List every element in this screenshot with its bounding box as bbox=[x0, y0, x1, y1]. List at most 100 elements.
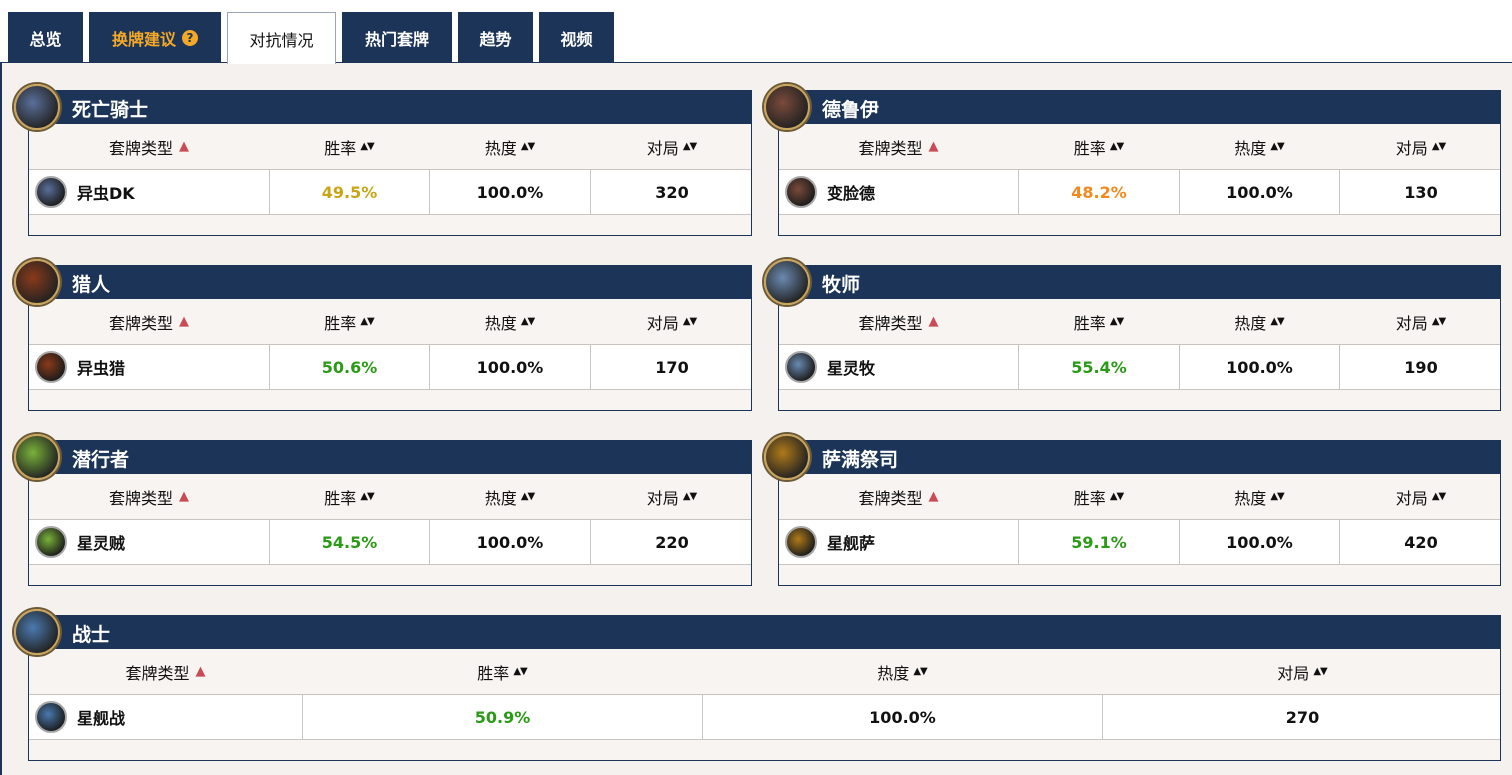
class-header: 牧师 bbox=[764, 259, 1501, 305]
deck-cell[interactable]: 变脸德 bbox=[779, 170, 1018, 214]
class-title: 潜行者 bbox=[72, 449, 130, 471]
sort-asc-icon: ▲ bbox=[179, 139, 189, 154]
column-popularity[interactable]: 热度 ▲▼ bbox=[429, 299, 590, 344]
class-panel: 牧师 套牌类型 ▲ 胜率 ▲▼ 热度 ▲▼ 对局 ▲▼ 星灵牧 55.4% 100.0%… bbox=[764, 259, 1501, 411]
deck-cell[interactable]: 星灵贼 bbox=[29, 520, 269, 564]
class-title: 牧师 bbox=[822, 274, 861, 296]
column-winrate[interactable]: 胜率 ▲▼ bbox=[269, 299, 429, 344]
deck-name: 星舰萨 bbox=[827, 534, 876, 553]
column-label: 热度 bbox=[1234, 313, 1267, 333]
matchup-table: 套牌类型 ▲ 胜率 ▲▼ 热度 ▲▼ 对局 ▲▼ 星舰战 50.9% 100.0% 27… bbox=[28, 649, 1501, 761]
column-deck-type[interactable]: 套牌类型 ▲ bbox=[29, 474, 269, 519]
sort-icon: ▲▼ bbox=[682, 491, 697, 502]
class-panel: 德鲁伊 套牌类型 ▲ 胜率 ▲▼ 热度 ▲▼ 对局 ▲▼ 变脸德 48.2% 100.0… bbox=[764, 84, 1501, 236]
column-label: 胜率 bbox=[1073, 488, 1106, 508]
table-row[interactable]: 星灵贼 54.5% 100.0% 220 bbox=[29, 519, 751, 565]
sort-icon: ▲▼ bbox=[360, 316, 374, 327]
column-label: 胜率 bbox=[477, 663, 510, 683]
class-panel: 萨满祭司 套牌类型 ▲ 胜率 ▲▼ 热度 ▲▼ 对局 ▲▼ 星舰萨 59.1% 100.… bbox=[764, 434, 1502, 586]
sort-asc-icon: ▲ bbox=[195, 664, 206, 679]
column-popularity[interactable]: 热度 ▲▼ bbox=[429, 474, 590, 519]
column-deck-type[interactable]: 套牌类型 ▲ bbox=[779, 124, 1018, 169]
column-label: 胜率 bbox=[1073, 138, 1106, 158]
column-label: 胜率 bbox=[1073, 313, 1106, 333]
column-label: 对局 bbox=[1277, 663, 1310, 683]
matchup-table: 套牌类型 ▲ 胜率 ▲▼ 热度 ▲▼ 对局 ▲▼ 异虫DK 49.5% 100.0% 3… bbox=[28, 124, 752, 236]
table-row[interactable]: 星舰战 50.9% 100.0% 270 bbox=[29, 694, 1500, 740]
column-games[interactable]: 对局 ▲▼ bbox=[590, 474, 753, 519]
deck-cell[interactable]: 异虫DK bbox=[29, 170, 269, 214]
warrior-icon bbox=[14, 609, 60, 655]
table-row[interactable]: 变脸德 48.2% 100.0% 130 bbox=[779, 169, 1500, 215]
class-panel: 战士 套牌类型 ▲ 胜率 ▲▼ 热度 ▲▼ 对局 ▲▼ 星舰战 50.9% 100.0%… bbox=[14, 609, 1501, 761]
death-knight-deck-icon bbox=[35, 176, 67, 208]
table-row[interactable]: 异虫DK 49.5% 100.0% 320 bbox=[29, 169, 751, 215]
column-popularity[interactable]: 热度 ▲▼ bbox=[702, 649, 1102, 694]
popularity-cell: 100.0% bbox=[429, 170, 590, 214]
matchup-table: 套牌类型 ▲ 胜率 ▲▼ 热度 ▲▼ 对局 ▲▼ 星灵牧 55.4% 100.0% 19… bbox=[778, 299, 1501, 411]
sort-icon: ▲▼ bbox=[1431, 141, 1446, 152]
tab-mulligan[interactable]: 换牌建议? bbox=[89, 12, 221, 63]
column-label: 对局 bbox=[1395, 488, 1428, 508]
column-games[interactable]: 对局 ▲▼ bbox=[1339, 474, 1502, 519]
sort-icon: ▲▼ bbox=[520, 316, 535, 327]
column-winrate[interactable]: 胜率 ▲▼ bbox=[302, 649, 702, 694]
tab-label: 趋势 bbox=[479, 29, 512, 49]
column-popularity[interactable]: 热度 ▲▼ bbox=[1179, 299, 1339, 344]
column-games[interactable]: 对局 ▲▼ bbox=[1339, 299, 1502, 344]
tab-trends[interactable]: 趋势 bbox=[458, 12, 533, 63]
column-deck-type[interactable]: 套牌类型 ▲ bbox=[779, 474, 1018, 519]
column-label: 胜率 bbox=[324, 313, 357, 333]
column-winrate[interactable]: 胜率 ▲▼ bbox=[1018, 474, 1179, 519]
column-winrate[interactable]: 胜率 ▲▼ bbox=[269, 474, 429, 519]
column-games[interactable]: 对局 ▲▼ bbox=[1102, 649, 1502, 694]
deck-cell[interactable]: 星舰战 bbox=[29, 695, 302, 739]
sort-icon: ▲▼ bbox=[682, 141, 697, 152]
column-winrate[interactable]: 胜率 ▲▼ bbox=[1018, 124, 1179, 169]
table-row[interactable]: 星灵牧 55.4% 100.0% 190 bbox=[779, 344, 1500, 390]
column-label: 热度 bbox=[484, 313, 517, 333]
tab-matchups[interactable]: 对抗情况 bbox=[227, 12, 336, 64]
matchup-table: 套牌类型 ▲ 胜率 ▲▼ 热度 ▲▼ 对局 ▲▼ 异虫猎 50.6% 100.0% 17… bbox=[28, 299, 752, 411]
sort-icon: ▲▼ bbox=[1431, 491, 1446, 502]
column-deck-type[interactable]: 套牌类型 ▲ bbox=[29, 299, 269, 344]
sort-icon: ▲▼ bbox=[360, 491, 374, 502]
column-winrate[interactable]: 胜率 ▲▼ bbox=[269, 124, 429, 169]
column-winrate[interactable]: 胜率 ▲▼ bbox=[1018, 299, 1179, 344]
column-label: 对局 bbox=[1395, 138, 1428, 158]
column-popularity[interactable]: 热度 ▲▼ bbox=[1179, 124, 1339, 169]
table-row[interactable]: 异虫猎 50.6% 100.0% 170 bbox=[29, 344, 751, 390]
tab-videos[interactable]: 视频 bbox=[539, 12, 614, 63]
column-games[interactable]: 对局 ▲▼ bbox=[1339, 124, 1502, 169]
priest-deck-icon bbox=[785, 351, 817, 383]
question-circle-icon[interactable]: ? bbox=[182, 29, 198, 46]
deck-name: 星灵牧 bbox=[827, 359, 876, 378]
deck-cell[interactable]: 星灵牧 bbox=[779, 345, 1018, 389]
column-deck-type[interactable]: 套牌类型 ▲ bbox=[779, 299, 1018, 344]
matchup-table: 套牌类型 ▲ 胜率 ▲▼ 热度 ▲▼ 对局 ▲▼ 变脸德 48.2% 100.0% 13… bbox=[778, 124, 1501, 236]
column-label: 热度 bbox=[1234, 488, 1267, 508]
column-deck-type[interactable]: 套牌类型 ▲ bbox=[29, 124, 269, 169]
popularity-cell: 100.0% bbox=[429, 520, 590, 564]
deck-cell[interactable]: 异虫猎 bbox=[29, 345, 269, 389]
column-label: 对局 bbox=[646, 138, 679, 158]
tab-overview[interactable]: 总览 bbox=[8, 12, 83, 63]
winrate-cell: 59.1% bbox=[1018, 520, 1179, 564]
games-cell: 270 bbox=[1102, 695, 1502, 739]
column-games[interactable]: 对局 ▲▼ bbox=[590, 124, 753, 169]
tab-popular-decks[interactable]: 热门套牌 bbox=[342, 12, 452, 63]
sort-icon: ▲▼ bbox=[1313, 666, 1327, 677]
class-panel: 猎人 套牌类型 ▲ 胜率 ▲▼ 热度 ▲▼ 对局 ▲▼ 异虫猎 50.6% 100.0%… bbox=[14, 259, 752, 411]
games-cell: 420 bbox=[1339, 520, 1502, 564]
table-row[interactable]: 星舰萨 59.1% 100.0% 420 bbox=[779, 519, 1500, 565]
sort-icon: ▲▼ bbox=[1270, 491, 1284, 502]
deck-cell[interactable]: 星舰萨 bbox=[779, 520, 1018, 564]
deck-name: 异虫DK bbox=[77, 184, 135, 203]
class-header: 萨满祭司 bbox=[764, 434, 1501, 480]
column-popularity[interactable]: 热度 ▲▼ bbox=[429, 124, 590, 169]
column-games[interactable]: 对局 ▲▼ bbox=[590, 299, 753, 344]
class-panel: 死亡骑士 套牌类型 ▲ 胜率 ▲▼ 热度 ▲▼ 对局 ▲▼ 异虫DK 49.5% 100… bbox=[14, 84, 752, 236]
column-popularity[interactable]: 热度 ▲▼ bbox=[1179, 474, 1339, 519]
column-deck-type[interactable]: 套牌类型 ▲ bbox=[29, 649, 302, 694]
column-label: 套牌类型 bbox=[858, 138, 923, 158]
